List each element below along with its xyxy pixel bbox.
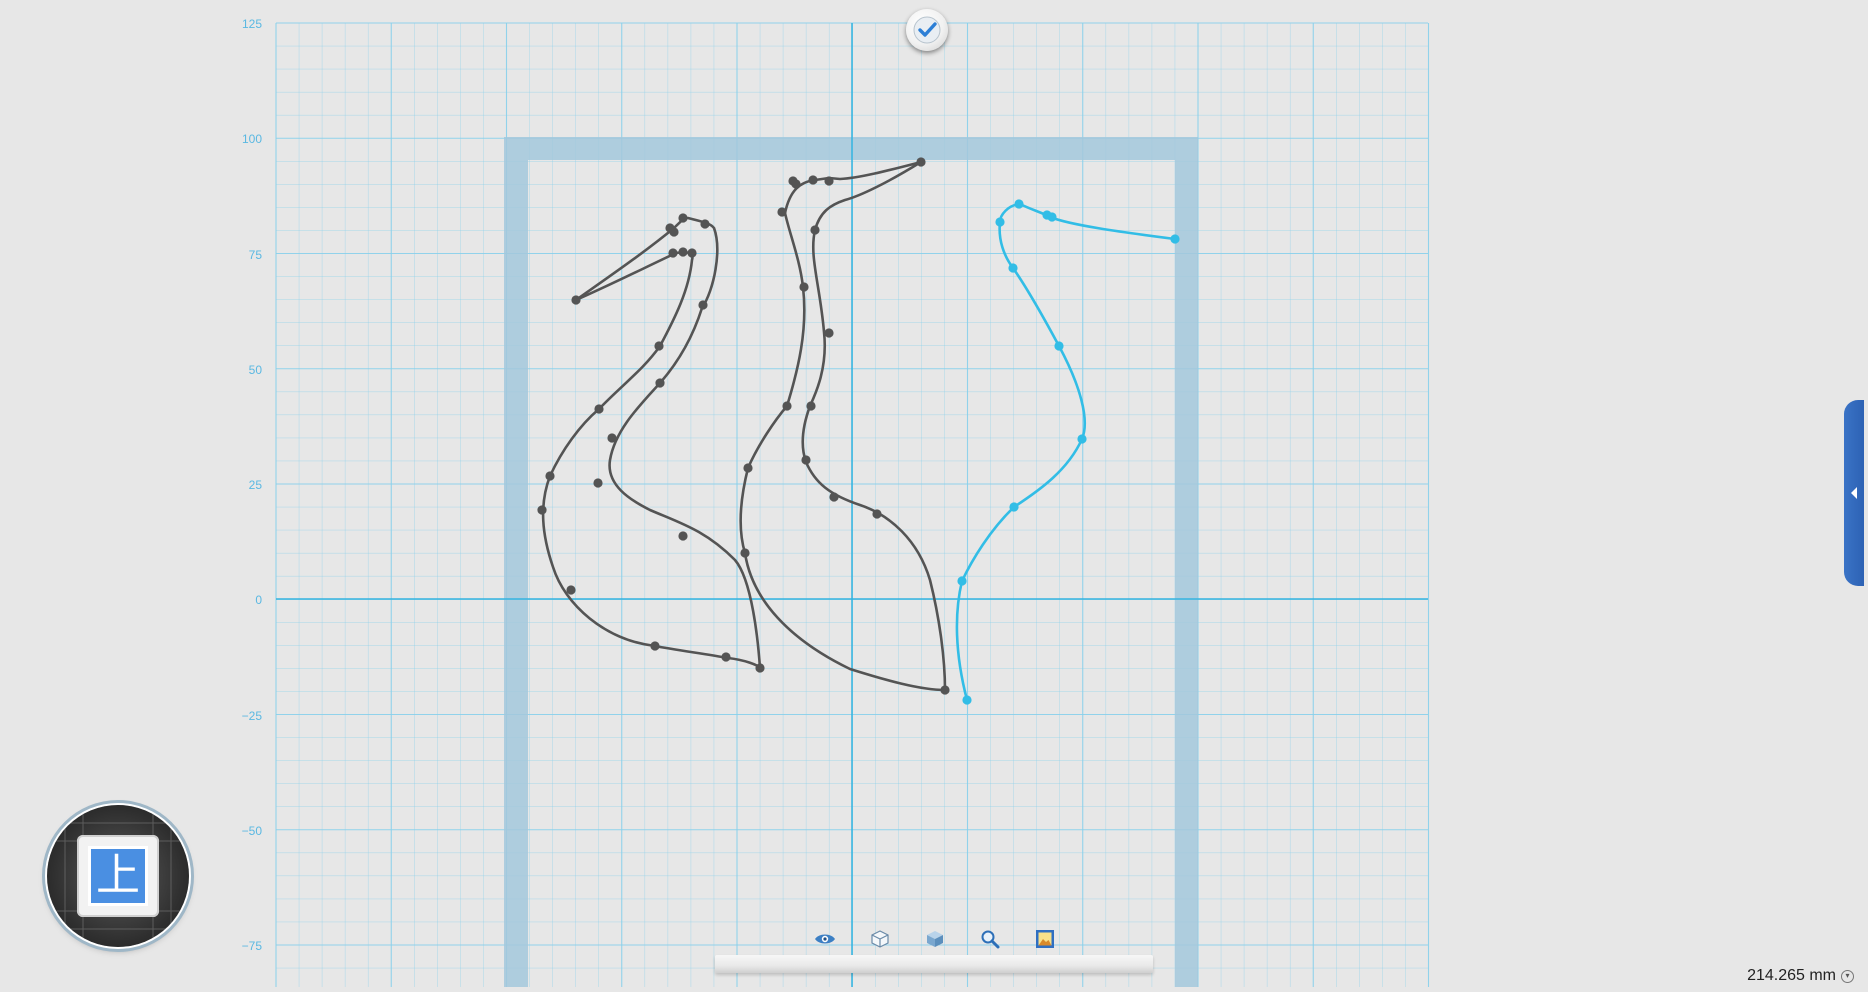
measurement-readout: 214.265 mm ▾ bbox=[1747, 965, 1854, 987]
control-point[interactable] bbox=[957, 576, 967, 586]
control-point[interactable] bbox=[571, 295, 581, 305]
y-tick-label: −25 bbox=[242, 709, 263, 723]
zoom-icon bbox=[981, 930, 1000, 949]
y-tick-label: −75 bbox=[242, 939, 263, 953]
control-point[interactable] bbox=[801, 455, 811, 465]
y-tick-label: 125 bbox=[242, 17, 262, 31]
y-tick-label: 0 bbox=[255, 593, 262, 607]
control-point[interactable] bbox=[669, 227, 679, 237]
control-point[interactable] bbox=[1054, 341, 1064, 351]
y-axis-labels: 125 100 75 50 25 0 −25 −50 −75 bbox=[242, 17, 263, 953]
control-point[interactable] bbox=[1077, 434, 1087, 444]
control-point[interactable] bbox=[829, 492, 839, 502]
control-point[interactable] bbox=[755, 663, 765, 673]
view-cube[interactable]: 上 bbox=[47, 805, 189, 947]
view-cube-top-face[interactable]: 上 bbox=[77, 835, 159, 917]
control-point[interactable] bbox=[808, 175, 818, 185]
control-point[interactable] bbox=[650, 641, 660, 651]
control-point[interactable] bbox=[777, 207, 787, 217]
y-tick-label: 25 bbox=[249, 478, 263, 492]
control-point[interactable] bbox=[687, 248, 697, 258]
y-tick-label: 50 bbox=[249, 363, 263, 377]
units-dropdown[interactable]: ▾ bbox=[1841, 969, 1854, 983]
y-tick-label: 100 bbox=[242, 132, 262, 146]
control-point[interactable] bbox=[698, 300, 708, 310]
control-point[interactable] bbox=[678, 531, 688, 541]
frame-image-icon bbox=[1036, 930, 1054, 948]
control-point[interactable] bbox=[1014, 199, 1024, 209]
sketch-canvas[interactable]: 125 100 75 50 25 0 −25 −50 −75 bbox=[0, 0, 1868, 987]
control-point[interactable] bbox=[788, 176, 798, 186]
side-panel-toggle[interactable] bbox=[1844, 400, 1864, 586]
control-point[interactable] bbox=[721, 652, 731, 662]
control-point[interactable] bbox=[655, 378, 665, 388]
zoom-button[interactable] bbox=[975, 925, 1005, 953]
control-point[interactable] bbox=[594, 404, 604, 414]
toolbar-shelf bbox=[715, 955, 1153, 973]
checkmark-icon bbox=[913, 16, 941, 44]
control-point[interactable] bbox=[566, 585, 576, 595]
control-point[interactable] bbox=[782, 401, 792, 411]
control-point[interactable] bbox=[1170, 234, 1180, 244]
view-toggle-button[interactable] bbox=[810, 925, 840, 953]
view-cube-face-label: 上 bbox=[88, 846, 148, 906]
control-point[interactable] bbox=[678, 213, 688, 223]
y-tick-label: −50 bbox=[242, 824, 263, 838]
grid: 125 100 75 50 25 0 −25 −50 −75 bbox=[242, 17, 1430, 987]
control-point[interactable] bbox=[1042, 210, 1052, 220]
control-point[interactable] bbox=[810, 225, 820, 235]
control-point[interactable] bbox=[678, 247, 688, 257]
control-point[interactable] bbox=[743, 463, 753, 473]
control-point[interactable] bbox=[545, 471, 555, 481]
render-button[interactable] bbox=[1030, 925, 1060, 953]
control-point[interactable] bbox=[593, 478, 603, 488]
control-point[interactable] bbox=[824, 328, 834, 338]
control-point[interactable] bbox=[872, 509, 882, 519]
control-point[interactable] bbox=[607, 433, 617, 443]
control-point[interactable] bbox=[1008, 263, 1018, 273]
control-point[interactable] bbox=[668, 248, 678, 258]
plate-frame bbox=[504, 137, 1198, 987]
control-point[interactable] bbox=[962, 695, 972, 705]
sketch-curve-inner-mid[interactable] bbox=[739, 160, 947, 692]
eye-icon bbox=[815, 934, 835, 944]
wireframe-cube-icon bbox=[871, 930, 889, 948]
bottom-toolbar bbox=[810, 925, 1060, 953]
control-point[interactable] bbox=[916, 157, 926, 167]
done-button[interactable] bbox=[906, 9, 948, 51]
control-point[interactable] bbox=[740, 548, 750, 558]
sketch-curve-outer-mid[interactable] bbox=[801, 160, 947, 692]
chevron-down-icon: ▾ bbox=[1845, 971, 1850, 980]
control-point[interactable] bbox=[806, 401, 816, 411]
y-tick-label: 75 bbox=[249, 248, 263, 262]
wireframe-view-button[interactable] bbox=[865, 925, 895, 953]
collapse-arrow-icon bbox=[1851, 487, 1857, 499]
measurement-value: 214.265 mm bbox=[1747, 967, 1836, 984]
control-point[interactable] bbox=[1009, 502, 1019, 512]
solid-view-button[interactable] bbox=[920, 925, 950, 953]
control-point[interactable] bbox=[537, 505, 547, 515]
control-point[interactable] bbox=[995, 217, 1005, 227]
control-point[interactable] bbox=[940, 685, 950, 695]
control-point[interactable] bbox=[799, 282, 809, 292]
sketch-curve-selected[interactable] bbox=[955, 202, 1177, 702]
control-point[interactable] bbox=[700, 219, 710, 229]
control-point[interactable] bbox=[654, 341, 664, 351]
control-point[interactable] bbox=[824, 176, 834, 186]
solid-cube-icon bbox=[927, 931, 943, 947]
